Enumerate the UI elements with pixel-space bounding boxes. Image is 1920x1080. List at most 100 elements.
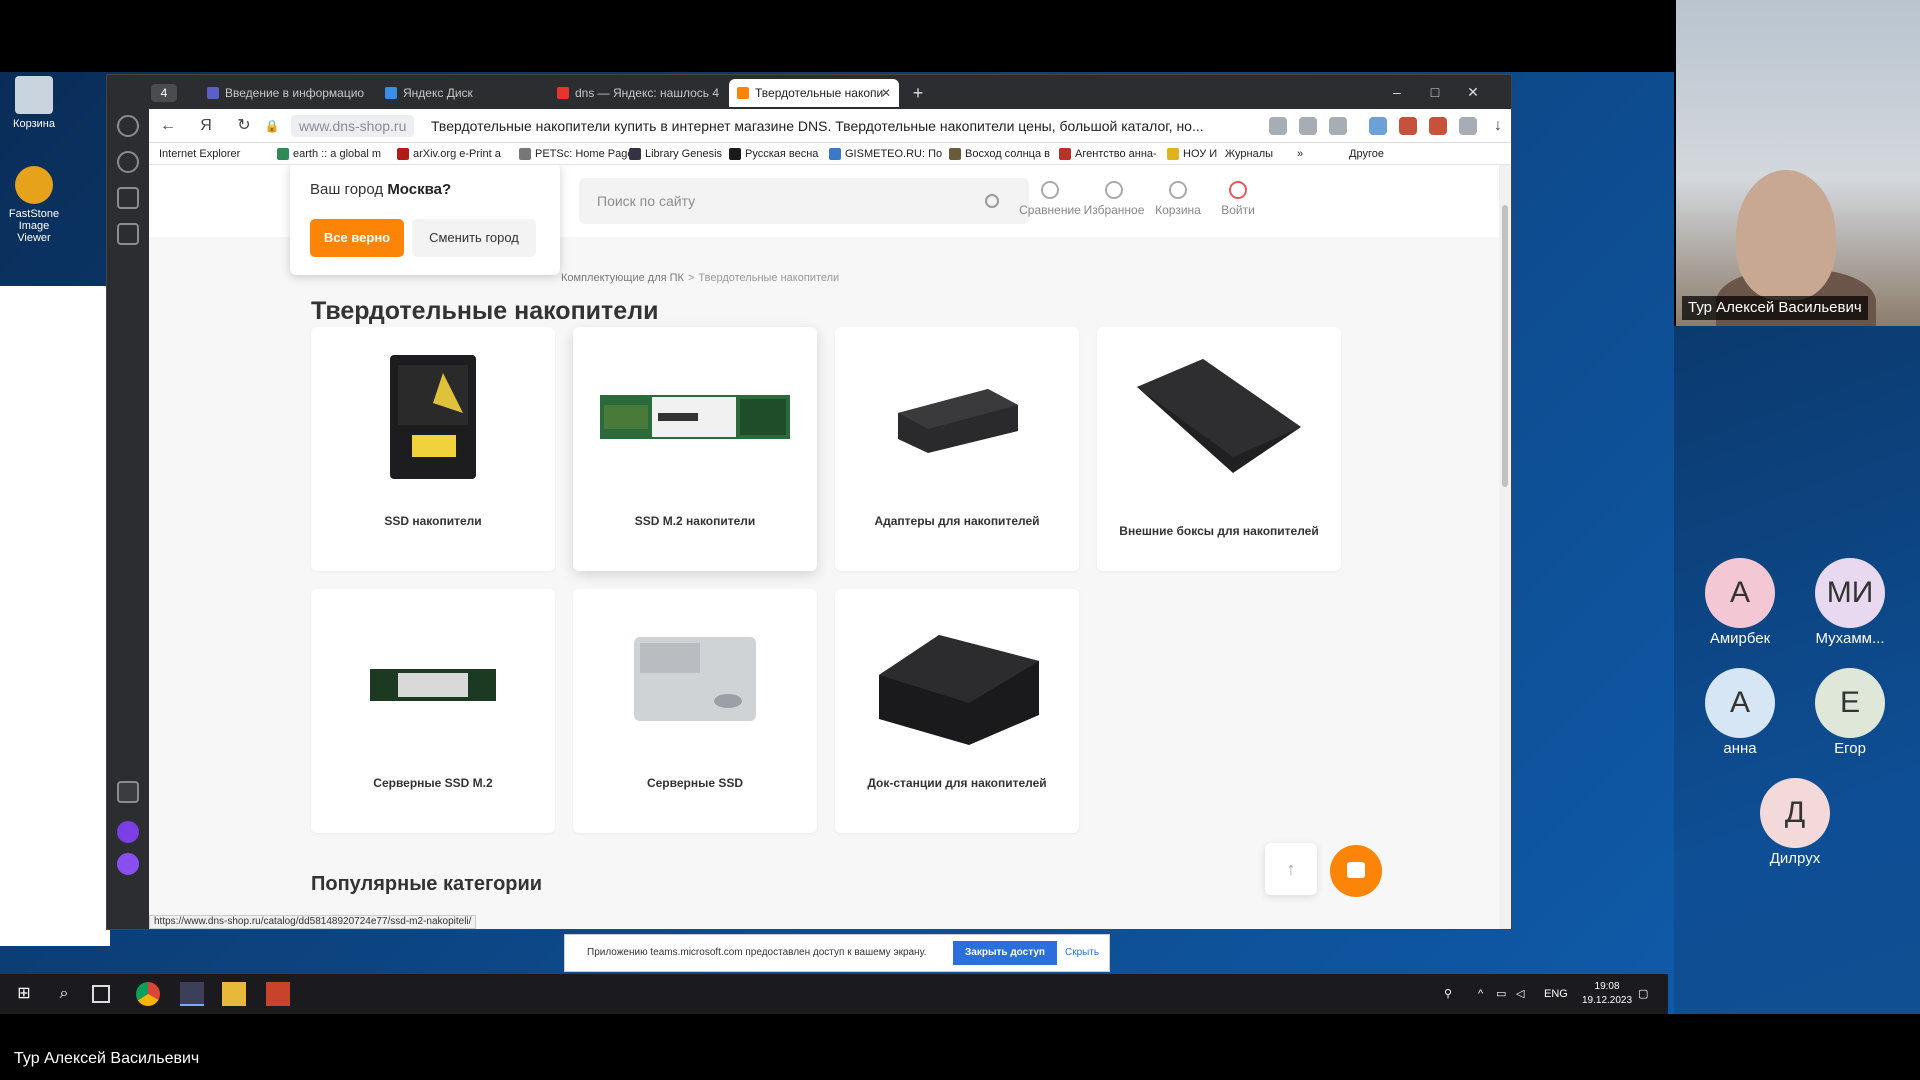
agency-icon (1059, 148, 1071, 160)
header-favorites[interactable]: Избранное (1079, 181, 1149, 217)
category-card-external-boxes[interactable]: Внешние боксы для накопителей (1097, 327, 1341, 571)
city-question-text: Ваш город (310, 181, 388, 198)
cloud-icon[interactable] (1369, 117, 1387, 135)
collections-icon[interactable] (1459, 117, 1477, 135)
category-card-ssd[interactable]: SSD накопители (311, 327, 555, 571)
people-icon[interactable]: ⚲ (1444, 974, 1452, 1014)
desktop-icon-faststone[interactable]: FastStone Image Viewer (6, 166, 62, 244)
screenshot-icon[interactable] (117, 223, 139, 245)
play-icon[interactable] (117, 151, 139, 173)
popular-categories-title: Популярные категории (311, 873, 543, 895)
scroll-top-button[interactable]: ↑ (1265, 843, 1317, 895)
participant-tile[interactable]: Д Дилрух (1740, 778, 1850, 867)
participant-tile[interactable]: А Амирбек (1685, 558, 1795, 647)
participant-name: Мухамм... (1815, 630, 1885, 647)
url-host[interactable]: www.dns-shop.ru (291, 115, 415, 137)
page-title-in-omnibox[interactable]: Твердотельные накопители купить в интерн… (431, 115, 1251, 137)
bookmark-label: Русская весна (745, 148, 819, 160)
translate-icon[interactable] (1299, 117, 1317, 135)
flag-icon (729, 148, 741, 160)
close-window-icon[interactable]: ✕ (1455, 75, 1491, 109)
messenger-icon[interactable] (117, 821, 139, 843)
reload-icon[interactable]: ↻ (233, 115, 255, 137)
alice-icon[interactable] (117, 853, 139, 875)
language-indicator[interactable]: ENG (1544, 974, 1568, 1014)
yandex-home-icon[interactable]: Я (195, 115, 217, 137)
bookmark-folder[interactable]: Журналы (1225, 146, 1273, 162)
chrome-icon[interactable] (136, 982, 160, 1006)
powerpoint-icon[interactable] (266, 982, 290, 1006)
tab-count-badge[interactable]: 4 (151, 84, 177, 102)
participant-tile[interactable]: Е Егор (1795, 668, 1905, 757)
back-icon[interactable]: ← (157, 115, 179, 137)
change-city-button[interactable]: Сменить город (412, 219, 536, 257)
browser-window: 4 Введение в информацио Яндекс Диск dns … (106, 74, 1512, 930)
tab-dns-active[interactable]: Твердотельные накопи ✕ (729, 79, 899, 107)
bookmark-item[interactable]: PETSc: Home Page (519, 146, 633, 162)
add-panel-icon[interactable] (117, 781, 139, 803)
bookmark-item[interactable]: Internet Explorer (159, 146, 240, 162)
history-icon[interactable] (117, 115, 139, 137)
yandex-icon (557, 87, 569, 99)
tray-expand-icon[interactable]: ^ (1478, 974, 1483, 1014)
bookmark-label: GISMETEO.RU: По (845, 148, 943, 160)
bookmark-item[interactable]: arXiv.org e-Print a (397, 146, 501, 162)
bookmarks-overflow[interactable]: » (1297, 146, 1303, 162)
bookmark-item[interactable]: Восход солнца в (949, 146, 1050, 162)
category-card-server-ssd[interactable]: Серверные SSD (573, 589, 817, 833)
addon-icon[interactable] (1429, 117, 1447, 135)
bookmark-folder-other[interactable]: Другое (1349, 146, 1384, 162)
participant-tile[interactable]: МИ Мухамм... (1795, 558, 1905, 647)
bookmark-item[interactable]: earth :: a global m (277, 146, 381, 162)
search-icon[interactable]: ⌕ (52, 982, 76, 1006)
bookmark-icon[interactable] (1329, 117, 1347, 135)
minimize-icon[interactable]: – (1379, 75, 1415, 109)
network-icon[interactable]: ▭ (1496, 974, 1506, 1014)
category-label: SSD накопители (384, 514, 482, 528)
category-card-docking-stations[interactable]: Док-станции для накопителей (835, 589, 1079, 833)
desktop-icon-label: FastStone Image Viewer (8, 208, 60, 244)
close-tab-icon[interactable]: ✕ (881, 79, 891, 107)
breadcrumb-link[interactable]: Комплектующие для ПК (561, 272, 684, 284)
category-card-server-ssd-m2[interactable]: Серверные SSD M.2 (311, 589, 555, 833)
new-tab-button[interactable]: + (907, 79, 929, 107)
task-view-icon[interactable] (92, 985, 110, 1003)
teams-icon (207, 87, 219, 99)
arxiv-icon (397, 148, 409, 160)
tab-teams[interactable]: Введение в информацио (199, 79, 371, 107)
header-compare[interactable]: Сравнение (1015, 181, 1085, 217)
desktop-icon-recycle-bin[interactable]: Корзина (6, 76, 62, 130)
stop-sharing-button[interactable]: Закрыть доступ (953, 941, 1057, 965)
category-card-ssd-m2[interactable]: SSD M.2 накопители (573, 327, 817, 571)
scrollbar-thumb[interactable] (1502, 205, 1508, 487)
tab-yandex-search[interactable]: dns — Яндекс: нашлось 4 (549, 79, 723, 107)
chat-button[interactable] (1330, 845, 1382, 897)
bookmark-item[interactable]: Агентство анна- (1059, 146, 1157, 162)
participant-tile[interactable]: А анна (1685, 668, 1795, 757)
notifications-icon[interactable]: ▢ (1638, 974, 1648, 1014)
search-icon[interactable] (985, 194, 999, 208)
sharing-presenter-label: Тур Алексей Васильевич (14, 1050, 200, 1067)
collections-icon[interactable] (117, 187, 139, 209)
bookmark-item[interactable]: GISMETEO.RU: По (829, 146, 942, 162)
download-icon[interactable]: ↓ (1489, 117, 1507, 135)
taskbar-clock[interactable]: 19:08 19.12.2023 (1582, 980, 1632, 1008)
hide-notice-link[interactable]: Скрыть (1065, 935, 1099, 971)
search-input[interactable]: Поиск по сайту (579, 178, 1029, 224)
yandex-browser-icon[interactable] (180, 982, 204, 1006)
page-scrollbar[interactable] (1499, 165, 1511, 929)
file-explorer-icon[interactable] (222, 982, 246, 1006)
maximize-icon[interactable]: □ (1417, 75, 1453, 109)
extension-icon[interactable] (1269, 117, 1287, 135)
bookmark-item[interactable]: Library Genesis (629, 146, 722, 162)
tab-yandex-disk[interactable]: Яндекс Диск (377, 79, 543, 107)
header-login[interactable]: Войти (1203, 181, 1273, 217)
confirm-city-button[interactable]: Все верно (310, 219, 404, 257)
windows-start-icon[interactable]: ⊞ (12, 982, 36, 1006)
bookmark-item[interactable]: НОУ И (1167, 146, 1217, 162)
bookmark-item[interactable]: Русская весна (729, 146, 818, 162)
category-card-adapters[interactable]: Адаптеры для накопителей (835, 327, 1079, 571)
volume-icon[interactable]: ◁ (1516, 974, 1524, 1014)
header-label: Корзина (1155, 203, 1201, 217)
addon-icon[interactable] (1399, 117, 1417, 135)
